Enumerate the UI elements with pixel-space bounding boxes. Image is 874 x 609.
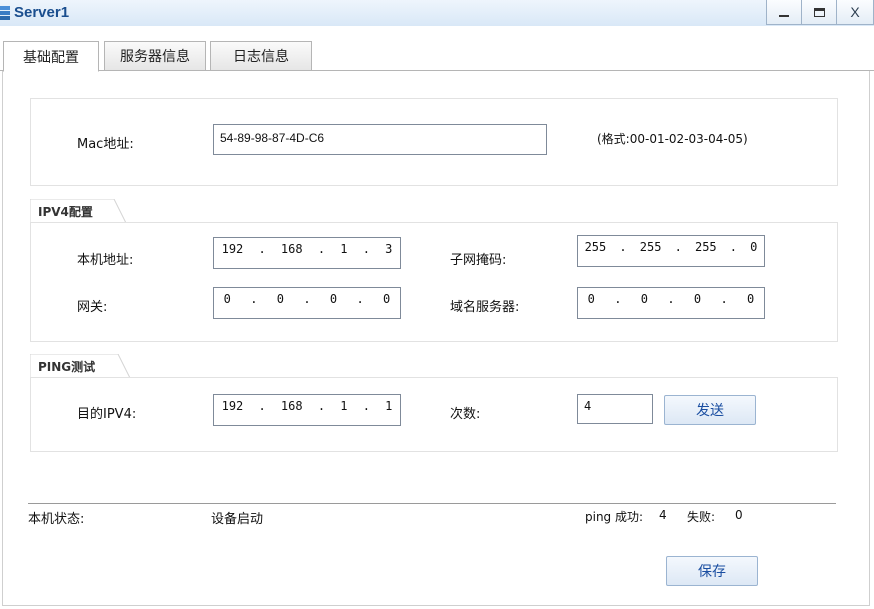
status-divider bbox=[28, 503, 836, 504]
ping-section-title: PING测试 bbox=[38, 360, 96, 374]
title-bar: Server1 X bbox=[0, 0, 874, 26]
ipv4-section-title: IPV4配置 bbox=[38, 205, 93, 219]
ip-octet: 1 bbox=[340, 242, 348, 256]
ip-octet: 0 bbox=[383, 292, 391, 306]
ping-count-value: 4 bbox=[584, 399, 592, 413]
server-icon bbox=[0, 6, 10, 20]
ip-dot: . bbox=[720, 292, 728, 306]
ip-dot: . bbox=[729, 240, 738, 254]
ping-count-label: 次数: bbox=[450, 407, 481, 422]
save-button[interactable]: 保存 bbox=[666, 556, 758, 586]
subnet-label: 子网掩码: bbox=[450, 253, 507, 268]
tab-strip: 基础配置 服务器信息 日志信息 bbox=[0, 41, 874, 72]
tab-server-info[interactable]: 服务器信息 bbox=[104, 41, 206, 71]
ip-dot: . bbox=[614, 292, 622, 306]
status-label: 本机状态: bbox=[28, 512, 85, 527]
mac-label: Mac地址: bbox=[77, 137, 134, 152]
ip-octet: 0 bbox=[329, 292, 338, 306]
local-ip-input[interactable]: 192. 168. 1. 3 bbox=[213, 237, 401, 269]
ip-octet: 3 bbox=[385, 242, 393, 256]
send-label: 发送 bbox=[696, 403, 724, 419]
ip-octet: 0 bbox=[276, 292, 285, 306]
gateway-input[interactable]: 0. 0. 0. 0 bbox=[213, 287, 401, 319]
ip-octet: 168 bbox=[280, 242, 303, 256]
ip-octet: 0 bbox=[223, 292, 231, 306]
maximize-button[interactable] bbox=[801, 0, 837, 25]
fail-count: 0 bbox=[735, 508, 743, 522]
fail-label: 失败: bbox=[687, 510, 716, 524]
tab-label: 日志信息 bbox=[233, 49, 289, 65]
tab-label: 基础配置 bbox=[23, 49, 79, 66]
tab-log-info[interactable]: 日志信息 bbox=[210, 41, 312, 71]
ip-octet: 0 bbox=[693, 292, 702, 306]
close-button[interactable]: X bbox=[836, 0, 874, 25]
tab-divider bbox=[0, 70, 874, 71]
gateway-label: 网关: bbox=[77, 300, 108, 315]
ping-count-input[interactable]: 4 bbox=[577, 394, 653, 424]
ip-octet: 0 bbox=[640, 292, 649, 306]
mac-value: 54-89-98-87-4D-C6 bbox=[220, 131, 325, 145]
minimize-button[interactable] bbox=[766, 0, 802, 25]
local-ip-label: 本机地址: bbox=[77, 253, 134, 268]
ip-dot: . bbox=[362, 242, 370, 256]
ping-success-count: 4 bbox=[659, 508, 667, 522]
target-ip-input[interactable]: 192. 168. 1. 1 bbox=[213, 394, 401, 426]
window-controls: X bbox=[766, 0, 874, 26]
ping-section-tab: PING测试 bbox=[30, 354, 130, 378]
ping-success-label: ping 成功: bbox=[585, 510, 644, 524]
minimize-icon bbox=[779, 15, 789, 17]
ip-dot: . bbox=[250, 292, 258, 306]
ip-dot: . bbox=[258, 399, 266, 413]
status-value: 设备启动 bbox=[211, 512, 264, 527]
ip-dot: . bbox=[667, 292, 675, 306]
ip-octet: 168 bbox=[280, 399, 303, 413]
ip-octet: 192 bbox=[221, 399, 244, 413]
ip-octet: 1 bbox=[340, 399, 348, 413]
target-ip-label: 目的IPV4: bbox=[77, 407, 137, 422]
tab-basic-config[interactable]: 基础配置 bbox=[3, 41, 99, 72]
ip-dot: . bbox=[362, 399, 370, 413]
ip-dot: . bbox=[258, 242, 266, 256]
ip-octet: 0 bbox=[747, 292, 755, 306]
dns-input[interactable]: 0. 0. 0. 0 bbox=[577, 287, 765, 319]
tab-label: 服务器信息 bbox=[120, 49, 190, 65]
ip-octet: 192 bbox=[221, 242, 244, 256]
ip-octet: 255 bbox=[584, 240, 607, 254]
save-label: 保存 bbox=[698, 564, 726, 580]
ip-dot: . bbox=[356, 292, 364, 306]
ip-octet: 0 bbox=[587, 292, 595, 306]
maximize-icon bbox=[813, 7, 825, 17]
ip-octet: 255 bbox=[639, 240, 662, 254]
ip-dot: . bbox=[317, 242, 326, 256]
mac-format-hint: (格式:00-01-02-03-04-05) bbox=[597, 132, 748, 146]
dns-label: 域名服务器: bbox=[450, 300, 520, 315]
ip-dot: . bbox=[303, 292, 311, 306]
subnet-input[interactable]: 255. 255. 255. 0 bbox=[577, 235, 765, 267]
ip-dot: . bbox=[674, 240, 682, 254]
ip-dot: . bbox=[317, 399, 326, 413]
ipv4-section-tab: IPV4配置 bbox=[30, 199, 126, 223]
send-button[interactable]: 发送 bbox=[664, 395, 756, 425]
mac-input[interactable]: 54-89-98-87-4D-C6 bbox=[213, 124, 547, 155]
ip-dot: . bbox=[619, 240, 627, 254]
ip-octet: 0 bbox=[750, 240, 758, 254]
close-icon: X bbox=[850, 4, 860, 20]
window-title: Server1 bbox=[14, 4, 70, 21]
ip-octet: 1 bbox=[385, 399, 393, 413]
ip-octet: 255 bbox=[694, 240, 717, 254]
